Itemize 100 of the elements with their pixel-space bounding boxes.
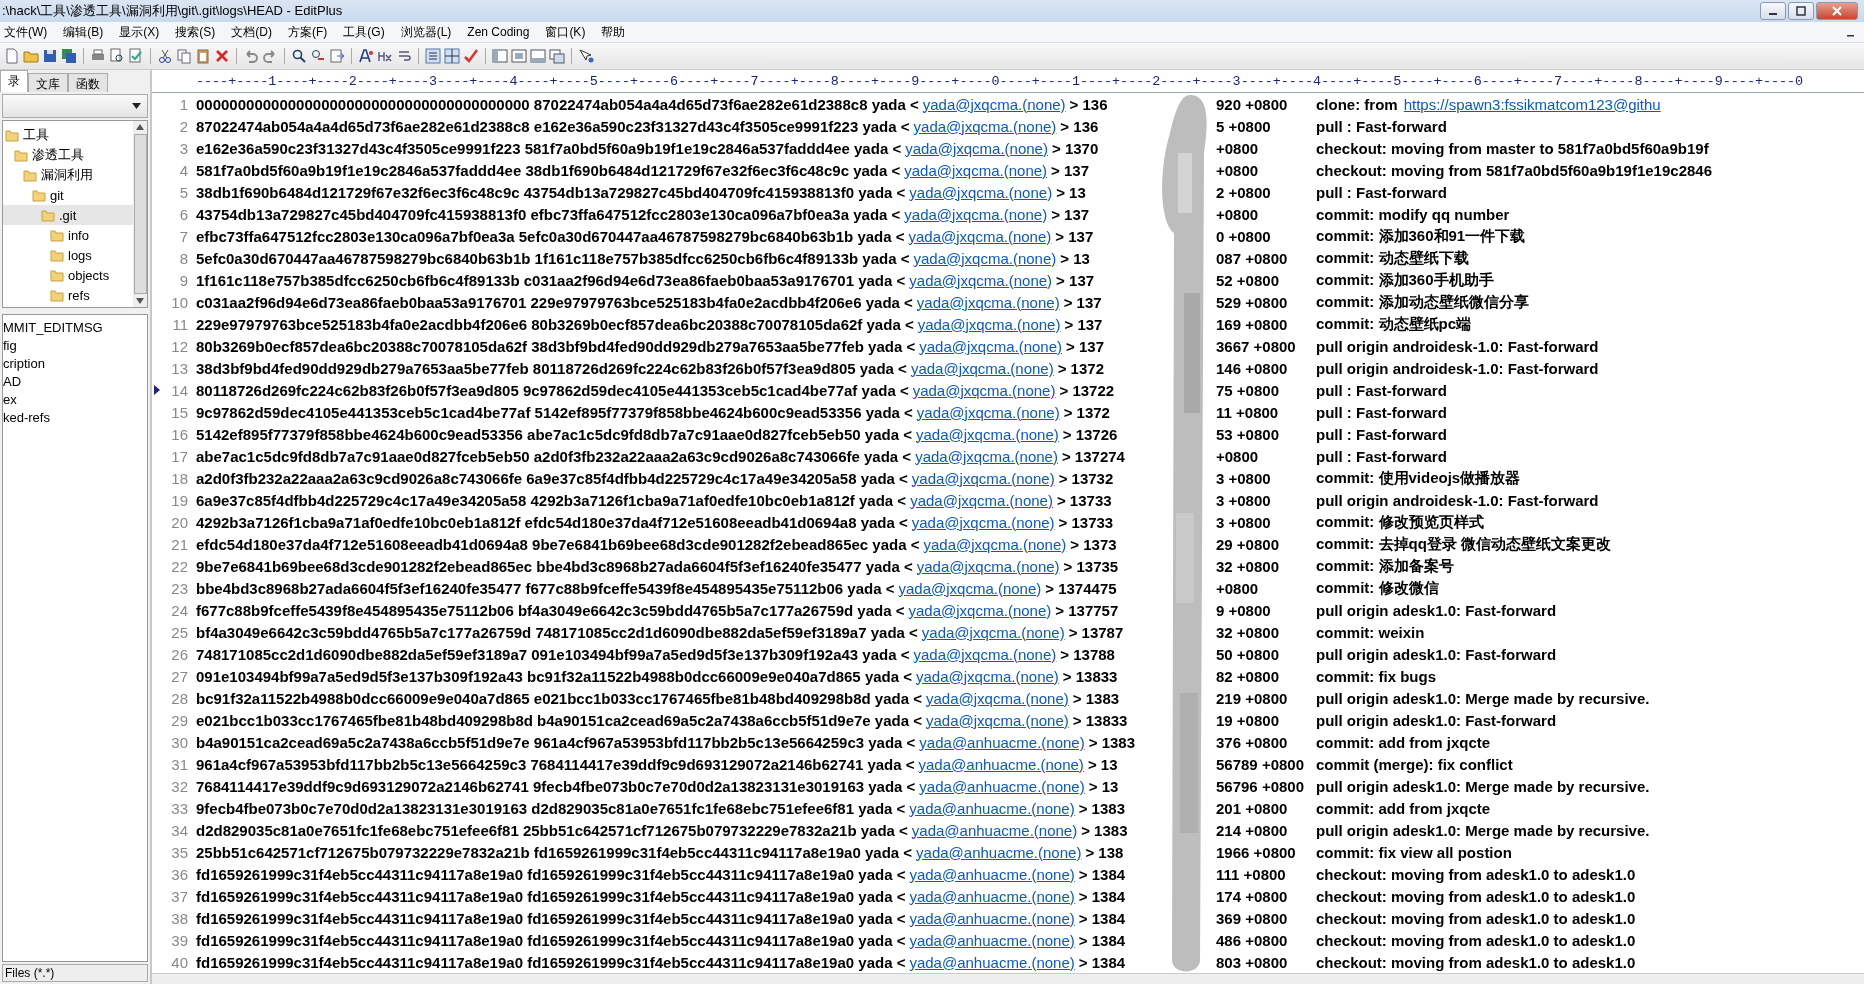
email-link[interactable]: yada@anhuacme.(none) <box>916 843 1082 861</box>
folder-item[interactable]: info <box>3 225 133 245</box>
email-link[interactable]: yada@jxqcma.(none) <box>908 601 1052 619</box>
email-link[interactable]: yada@jxqcma.(none) <box>904 161 1048 179</box>
menu-item[interactable]: 窗口(K) <box>545 23 586 41</box>
menu-item[interactable]: 搜索(S) <box>175 23 216 41</box>
email-link[interactable]: yada@jxqcma.(none) <box>915 425 1059 443</box>
email-link[interactable]: yada@jxqcma.(none) <box>905 139 1048 157</box>
menu-item[interactable]: 帮助 <box>601 23 626 41</box>
email-link[interactable]: yada@jxqcma.(none) <box>913 645 1057 663</box>
email-link[interactable]: yada@jxqcma.(none) <box>917 315 1061 333</box>
email-link[interactable]: yada@jxqcma.(none) <box>916 557 1060 575</box>
redo-icon[interactable] <box>262 48 278 64</box>
window-icon[interactable] <box>549 48 565 64</box>
file-item[interactable]: ex <box>3 391 147 409</box>
menu-item[interactable]: 显示(X) <box>119 23 160 41</box>
email-link[interactable]: yada@jxqcma.(none) <box>921 623 1065 641</box>
email-link[interactable]: yada@jxqcma.(none) <box>911 513 1055 531</box>
email-link[interactable]: yada@anhuacme.(none) <box>919 733 1085 751</box>
menu-item[interactable]: 工具(G) <box>343 23 385 41</box>
email-link[interactable]: yada@anhuacme.(none) <box>911 821 1078 839</box>
email-link[interactable]: yada@jxqcma.(none) <box>915 447 1058 465</box>
folder-item[interactable]: 漏洞利用 <box>3 165 133 185</box>
folder-icon[interactable] <box>23 48 39 64</box>
email-link[interactable]: yada@jxqcma.(none) <box>926 689 1069 707</box>
list-icon[interactable] <box>425 48 441 64</box>
close-button[interactable] <box>1816 2 1858 20</box>
word-wrap-icon[interactable] <box>396 48 412 64</box>
email-link[interactable]: yada@anhuacme.(none) <box>909 887 1075 905</box>
email-link[interactable]: yada@jxqcma.(none) <box>913 117 1057 135</box>
email-link[interactable]: yada@anhuacme.(none) <box>909 865 1075 883</box>
help-icon[interactable] <box>578 48 594 64</box>
floppy-disks-icon[interactable] <box>61 48 77 64</box>
file-item[interactable]: AD <box>3 373 147 391</box>
email-link[interactable]: yada@jxqcma.(none) <box>908 227 1052 245</box>
copy-icon[interactable] <box>176 48 192 64</box>
maximize-button[interactable] <box>1788 2 1814 20</box>
folder-item[interactable]: .git <box>3 205 133 225</box>
scrollbar[interactable] <box>152 973 1864 984</box>
file-item[interactable]: fig <box>3 337 147 355</box>
email-link[interactable]: yada@jxqcma.(none) <box>910 359 1054 377</box>
menu-item[interactable]: 文件(W) <box>4 23 48 41</box>
email-link[interactable]: yada@jxqcma.(none) <box>913 249 1057 267</box>
clipboard-icon[interactable] <box>195 48 211 64</box>
sidebar-tab[interactable]: 录 <box>0 70 28 92</box>
scroll-up-icon[interactable] <box>136 124 144 130</box>
new-page-icon[interactable] <box>4 48 20 64</box>
columns-icon[interactable] <box>511 48 527 64</box>
email-link[interactable]: yada@jxqcma.(none) <box>911 469 1055 487</box>
email-link[interactable]: yada@jxqcma.(none) <box>916 403 1060 421</box>
sidebar-tab[interactable]: 文库 <box>28 73 68 92</box>
goto-icon[interactable] <box>329 48 345 64</box>
email-link[interactable]: yada@anhuacme.(none) <box>919 777 1085 795</box>
font-icon[interactable] <box>358 48 374 64</box>
email-link[interactable]: yada@jxqcma.(none) <box>916 667 1059 685</box>
email-link[interactable]: yada@anhuacme.(none) <box>918 755 1084 773</box>
email-link[interactable]: yada@jxqcma.(none) <box>909 271 1053 289</box>
file-item[interactable]: ked-refs <box>3 409 147 427</box>
folder-item[interactable]: objects <box>3 265 133 285</box>
tick-icon[interactable] <box>463 48 479 64</box>
scroll-down-icon[interactable] <box>136 298 144 304</box>
email-link[interactable]: yada@anhuacme.(none) <box>909 799 1075 817</box>
file-item[interactable]: MMIT_EDITMSG <box>3 319 147 337</box>
email-link[interactable]: yada@jxqcma.(none) <box>923 535 1067 553</box>
folder-item[interactable]: 工具 <box>3 125 133 145</box>
undo-icon[interactable] <box>243 48 259 64</box>
folder-item[interactable]: 渗透工具 <box>3 145 133 165</box>
email-link[interactable]: yada@jxqcma.(none) <box>909 183 1053 201</box>
sidebar-tab[interactable]: 函数 <box>68 73 108 92</box>
menu-item[interactable]: 方案(F) <box>288 23 328 41</box>
email-link[interactable]: yada@jxqcma.(none) <box>922 95 1066 113</box>
email-link[interactable]: yada@jxqcma.(none) <box>916 293 1060 311</box>
scissors-icon[interactable] <box>157 48 173 64</box>
rows-icon[interactable] <box>530 48 546 64</box>
menu-item[interactable]: Zen Coding <box>467 25 530 39</box>
menu-item[interactable]: 文档(D) <box>231 23 272 41</box>
email-link[interactable]: yada@jxqcma.(none) <box>898 579 1042 597</box>
menu-item[interactable]: 编辑(B) <box>63 23 104 41</box>
email-link[interactable]: yada@anhuacme.(none) <box>909 931 1075 949</box>
folder-item[interactable]: logs <box>3 245 133 265</box>
filter-dropdown[interactable]: Files (*.*) <box>2 964 148 982</box>
email-link[interactable]: yada@jxqcma.(none) <box>910 491 1053 509</box>
folder-item[interactable]: refs <box>3 285 133 305</box>
panel-icon[interactable] <box>492 48 508 64</box>
email-link[interactable]: yada@jxqcma.(none) <box>912 381 1056 399</box>
delete-icon[interactable] <box>214 48 230 64</box>
check-page-icon[interactable] <box>128 48 144 64</box>
folder-item[interactable]: git <box>3 185 133 205</box>
search-icon[interactable] <box>291 48 307 64</box>
file-item[interactable]: cription <box>3 355 147 373</box>
page-magnifier-icon[interactable] <box>109 48 125 64</box>
url-link[interactable]: https://spawn3:fssikmatcom123@githu <box>1403 95 1661 113</box>
email-link[interactable]: yada@anhuacme.(none) <box>909 953 1075 971</box>
email-link[interactable]: yada@jxqcma.(none) <box>919 337 1063 355</box>
email-link[interactable]: yada@jxqcma.(none) <box>926 711 1069 729</box>
grid-icon[interactable] <box>444 48 460 64</box>
email-link[interactable]: yada@anhuacme.(none) <box>909 909 1075 927</box>
email-link[interactable]: yada@jxqcma.(none) <box>904 205 1048 223</box>
scrollbar[interactable] <box>133 121 147 307</box>
menu-item[interactable]: 浏览器(L) <box>400 23 452 41</box>
